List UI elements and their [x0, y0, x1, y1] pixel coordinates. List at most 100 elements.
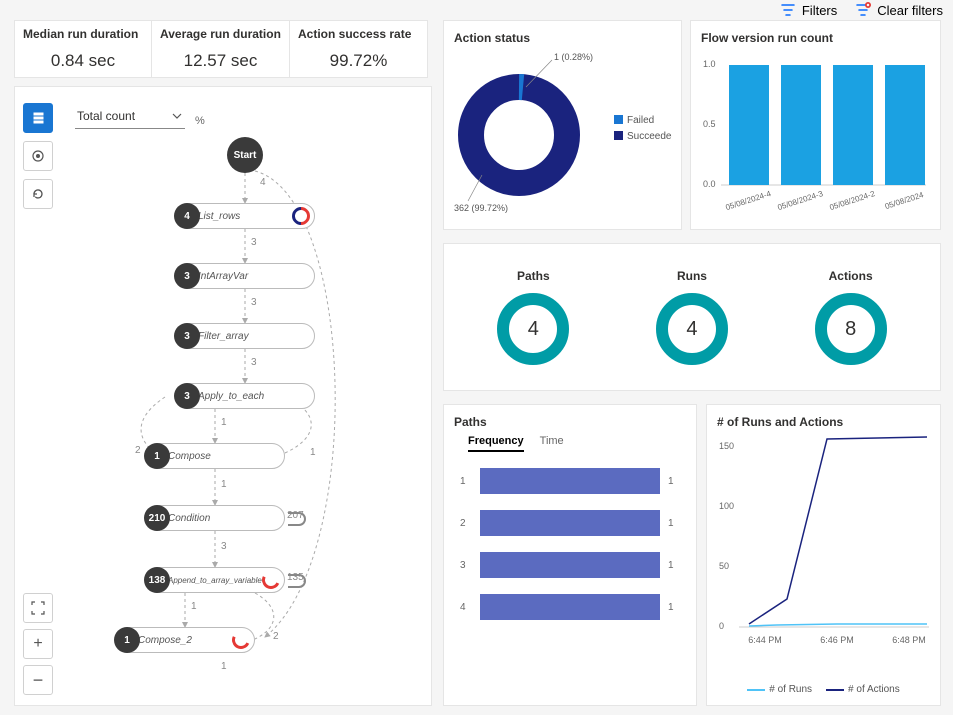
action-status-chart[interactable]: 1 (0.28%) 362 (99.72%) Failed Succeeded	[454, 45, 672, 215]
node-label: Compose	[168, 451, 211, 462]
xlabel: 6:46 PM	[820, 635, 854, 645]
kpi-value: 12.57 sec	[160, 51, 281, 71]
node-label: Condition	[168, 513, 210, 524]
target-icon	[30, 148, 46, 164]
row-bar	[480, 594, 660, 620]
kpi-median-run: Median run duration 0.84 sec	[14, 20, 152, 78]
runs-actions-card: # of Runs and Actions 150 100 50 0 6:44 …	[706, 404, 941, 706]
action-status-card: Action status 1 (0.28%) 362 (99.72%) Fai…	[443, 20, 682, 230]
tab-time[interactable]: Time	[540, 435, 564, 452]
flowchart-area[interactable]: Start 4 List_rows 3 IntArrayVar 3 Filter…	[55, 137, 421, 695]
xlabel: 05/08/2024-3	[776, 189, 824, 212]
node-label: List_rows	[198, 211, 240, 222]
row-idx: 1	[460, 476, 472, 487]
flow-target-button[interactable]	[23, 141, 53, 171]
runs-actions-chart[interactable]: 150 100 50 0 6:44 PM 6:46 PM 6:48 PM	[717, 429, 932, 677]
edge-label: 3	[251, 237, 257, 248]
filter-icon	[780, 2, 796, 18]
paths-card: Paths Frequency Time 11 21 31 41	[443, 404, 697, 706]
node-append-array[interactable]: 138 Append_to_array_variable	[145, 567, 285, 593]
zoom-in-button[interactable]: +	[23, 629, 53, 659]
ylabel: 50	[719, 561, 729, 571]
fullscreen-button[interactable]	[23, 593, 53, 623]
node-filter-array[interactable]: 3 Filter_array	[175, 323, 315, 349]
edge-label: 1	[221, 479, 227, 490]
edge-label: 2	[273, 631, 279, 642]
row-val: 1	[668, 560, 680, 571]
row-bar	[480, 468, 660, 494]
paths-tabs: Frequency Time	[468, 435, 686, 452]
zoom-out-button[interactable]: −	[23, 665, 53, 695]
refresh-icon	[30, 186, 46, 202]
status-arc-icon	[288, 203, 313, 228]
node-count: 4	[174, 203, 200, 229]
clear-filters-button[interactable]: Clear filters	[855, 2, 943, 18]
path-row[interactable]: 41	[460, 594, 680, 620]
runs-ring: Runs 4	[656, 269, 728, 365]
dropdown-value: Total count	[77, 109, 135, 123]
metric-dropdown[interactable]: Total count	[75, 103, 185, 129]
ring-value[interactable]: 4	[656, 293, 728, 365]
row-val: 1	[668, 518, 680, 529]
node-label: Compose_2	[138, 635, 192, 646]
path-row[interactable]: 31	[460, 552, 680, 578]
start-label: Start	[234, 150, 257, 161]
ylabel: 0.5	[703, 119, 716, 129]
start-node[interactable]: Start	[227, 137, 263, 173]
xlabel: 05/08/2024-2	[828, 189, 876, 212]
path-row[interactable]: 11	[460, 468, 680, 494]
loop-count: 207	[287, 510, 304, 521]
minus-icon: −	[33, 670, 44, 691]
legend-actions: # of Actions	[826, 684, 900, 695]
ylabel: 100	[719, 501, 734, 511]
row-val: 1	[668, 476, 680, 487]
legend-text: # of Runs	[769, 684, 812, 695]
node-count: 210	[144, 505, 170, 531]
node-label: Apply_to_each	[198, 391, 264, 402]
node-list-rows[interactable]: 4 List_rows	[175, 203, 315, 229]
path-row[interactable]: 21	[460, 510, 680, 536]
legend-runs: # of Runs	[747, 684, 812, 695]
summary-card: Paths 4 Runs 4 Actions 8	[443, 243, 941, 391]
loop-count: 135	[287, 572, 304, 583]
row-val: 1	[668, 602, 680, 613]
node-count: 3	[174, 263, 200, 289]
node-label: Append_to_array_variable	[168, 576, 262, 585]
node-count: 138	[144, 567, 170, 593]
ylabel: 0	[719, 621, 724, 631]
xlabel: 05/08/2024	[884, 190, 925, 211]
edge-label: 2	[135, 445, 141, 456]
xlabel: 6:48 PM	[892, 635, 926, 645]
plus-icon: +	[33, 635, 42, 653]
kpi-value: 0.84 sec	[23, 51, 143, 71]
card-title: Flow version run count	[701, 31, 930, 45]
filters-button[interactable]: Filters	[780, 2, 837, 18]
status-arc-icon	[259, 568, 282, 591]
ring-value[interactable]: 4	[497, 293, 569, 365]
kpi-success-rate: Action success rate 99.72%	[290, 20, 428, 78]
flow-diagram-card: Total count % Start 4 List_ro	[14, 86, 432, 706]
node-condition[interactable]: 210 Condition	[145, 505, 285, 531]
edge-label: 4	[260, 177, 266, 188]
node-compose[interactable]: 1 Compose	[145, 443, 285, 469]
flow-view-button[interactable]	[23, 103, 53, 133]
node-count: 3	[174, 383, 200, 409]
node-apply-to-each[interactable]: 3 Apply_to_each	[175, 383, 315, 409]
flow-version-chart[interactable]: 1.0 0.5 0.0 05/08/2024-4 05/08/2024-3 05…	[701, 45, 931, 225]
tab-frequency[interactable]: Frequency	[468, 435, 524, 452]
clear-filters-label: Clear filters	[877, 3, 943, 18]
kpi-title: Average run duration	[160, 27, 281, 41]
row-idx: 3	[460, 560, 472, 571]
flow-refresh-button[interactable]	[23, 179, 53, 209]
legend-text: # of Actions	[848, 684, 900, 695]
ring-value[interactable]: 8	[815, 293, 887, 365]
kpi-title: Median run duration	[23, 27, 143, 41]
node-intarrayvar[interactable]: 3 IntArrayVar	[175, 263, 315, 289]
edge-label: 3	[251, 297, 257, 308]
legend-swatch	[826, 689, 844, 691]
ring-label: Runs	[656, 269, 728, 283]
node-compose-2[interactable]: 1 Compose_2	[115, 627, 255, 653]
edge-label: 1	[310, 447, 316, 458]
ylabel: 1.0	[703, 59, 716, 69]
chevron-down-icon	[171, 110, 183, 122]
